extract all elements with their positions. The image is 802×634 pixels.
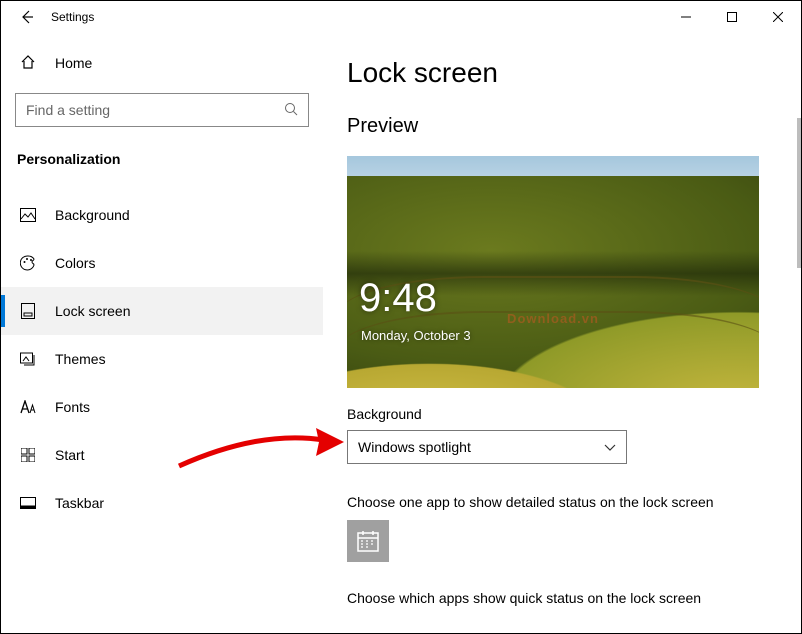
nav-label: Taskbar	[55, 495, 104, 511]
nav-label: Background	[55, 207, 130, 223]
detailed-status-label: Choose one app to show detailed status o…	[347, 494, 777, 510]
nav-label: Start	[55, 447, 85, 463]
sidebar-item-start[interactable]: Start	[1, 431, 323, 479]
titlebar: Settings	[1, 1, 801, 33]
detailed-status-app-tile[interactable]	[347, 520, 389, 562]
background-dropdown[interactable]: Windows spotlight	[347, 430, 627, 464]
calendar-icon	[357, 530, 379, 552]
search-box[interactable]	[15, 93, 309, 127]
search-icon	[284, 102, 298, 119]
sidebar-item-colors[interactable]: Colors	[1, 239, 323, 287]
nav-label: Themes	[55, 351, 106, 367]
home-icon	[19, 54, 37, 73]
close-icon	[773, 12, 783, 22]
preview-date: Monday, October 3	[361, 328, 471, 343]
home-nav[interactable]: Home	[1, 43, 323, 83]
taskbar-icon	[19, 497, 37, 509]
scrollbar[interactable]	[795, 118, 801, 418]
window-controls	[663, 1, 801, 33]
lockscreen-preview: 9:48 Download.vn Monday, October 3	[347, 156, 759, 388]
lockscreen-icon	[19, 303, 37, 319]
settings-window: Settings Home	[0, 0, 802, 634]
window-title: Settings	[45, 10, 94, 24]
nav-list: Background Colors Lock screen	[1, 191, 323, 527]
minimize-icon	[681, 12, 691, 22]
quick-status-label: Choose which apps show quick status on t…	[347, 590, 777, 606]
preview-heading: Preview	[347, 115, 777, 138]
sidebar-item-fonts[interactable]: Fonts	[1, 383, 323, 431]
body: Home Personalization Background	[1, 33, 801, 633]
back-arrow-icon	[19, 9, 35, 25]
nav-label: Colors	[55, 255, 95, 271]
category-heading: Personalization	[1, 137, 323, 177]
picture-icon	[19, 208, 37, 222]
fonts-icon	[19, 400, 37, 414]
preview-watermark: Download.vn	[507, 311, 599, 326]
themes-icon	[19, 351, 37, 367]
close-button[interactable]	[755, 1, 801, 33]
nav-label: Fonts	[55, 399, 90, 415]
sidebar-item-background[interactable]: Background	[1, 191, 323, 239]
sidebar: Home Personalization Background	[1, 33, 323, 633]
start-icon	[19, 448, 37, 462]
sidebar-item-taskbar[interactable]: Taskbar	[1, 479, 323, 527]
sidebar-item-themes[interactable]: Themes	[1, 335, 323, 383]
nav-label: Lock screen	[55, 303, 130, 319]
back-button[interactable]	[9, 1, 45, 33]
maximize-button[interactable]	[709, 1, 755, 33]
background-label: Background	[347, 406, 777, 422]
dropdown-value: Windows spotlight	[358, 439, 471, 455]
minimize-button[interactable]	[663, 1, 709, 33]
preview-time: 9:48	[359, 276, 437, 321]
maximize-icon	[727, 12, 737, 22]
main-content: Lock screen Preview 9:48 Download.vn Mon…	[323, 33, 801, 633]
home-label: Home	[55, 55, 92, 71]
chevron-down-icon	[604, 439, 616, 455]
palette-icon	[19, 255, 37, 271]
page-title: Lock screen	[347, 57, 777, 89]
sidebar-item-lockscreen[interactable]: Lock screen	[1, 287, 323, 335]
search-input[interactable]	[26, 102, 284, 118]
